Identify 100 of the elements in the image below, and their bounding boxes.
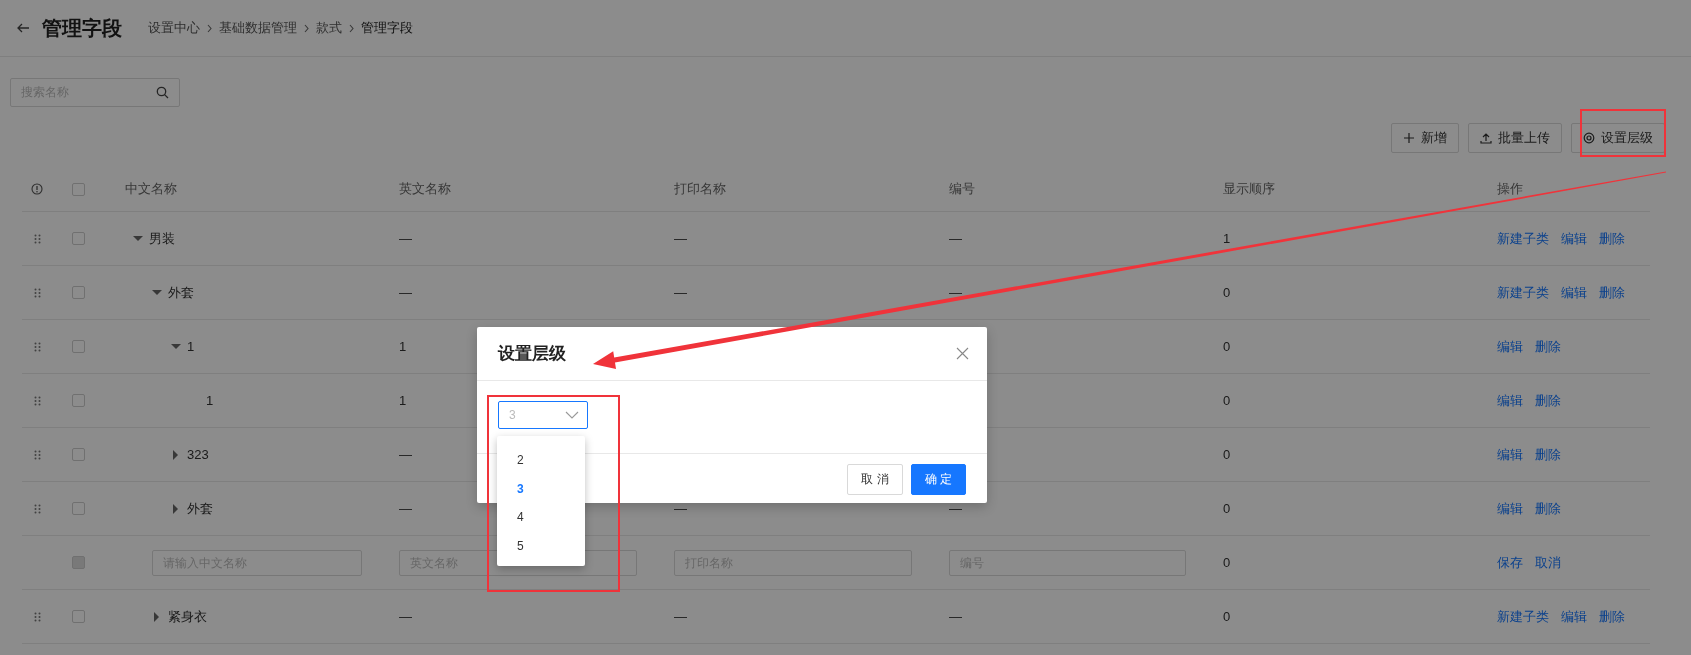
action-link[interactable]: 删除 bbox=[1535, 445, 1561, 464]
action-link[interactable]: 编辑 bbox=[1497, 499, 1523, 518]
table-cell: — bbox=[399, 447, 412, 462]
category-name: 323 bbox=[187, 447, 209, 462]
page-title: 管理字段 bbox=[42, 15, 122, 41]
action-link[interactable]: 编辑 bbox=[1497, 391, 1523, 410]
breadcrumb-item[interactable]: 款式 bbox=[316, 19, 342, 37]
level-select[interactable]: 3 bbox=[498, 401, 588, 429]
checkbox[interactable] bbox=[71, 232, 85, 245]
action-link[interactable]: 编辑 bbox=[1497, 445, 1523, 464]
category-name: 1 bbox=[187, 339, 195, 354]
dropdown-option[interactable]: 2 bbox=[497, 446, 585, 475]
table-cell: — bbox=[949, 609, 962, 624]
close-icon[interactable] bbox=[956, 347, 969, 360]
breadcrumb-item[interactable]: 基础数据管理 bbox=[219, 19, 297, 37]
table-cell: — bbox=[674, 285, 687, 300]
action-link[interactable]: 删除 bbox=[1535, 391, 1561, 410]
column-header: 中文名称 bbox=[124, 180, 178, 198]
action-link[interactable]: 删除 bbox=[1535, 337, 1561, 356]
column-header: 打印名称 bbox=[673, 180, 727, 198]
action-link[interactable]: 删除 bbox=[1599, 283, 1625, 302]
plus-icon bbox=[1403, 132, 1415, 144]
column-header: 操作 bbox=[1496, 180, 1524, 198]
action-link[interactable]: 删除 bbox=[1535, 499, 1561, 518]
drag-handle-icon[interactable] bbox=[33, 341, 41, 352]
table-cell: — bbox=[674, 609, 687, 624]
confirm-button[interactable]: 确 定 bbox=[910, 464, 966, 495]
action-link[interactable]: 新建子类 bbox=[1497, 283, 1549, 302]
category-name: 1 bbox=[206, 393, 214, 408]
caret-right-icon[interactable] bbox=[171, 503, 181, 514]
column-header: 编号 bbox=[948, 180, 976, 198]
chevron-down-icon bbox=[565, 411, 579, 419]
breadcrumb-item[interactable]: 设置中心 bbox=[148, 19, 200, 37]
chevron-icon bbox=[206, 23, 213, 33]
table-cell: 1 bbox=[1223, 231, 1231, 246]
dropdown-option[interactable]: 5 bbox=[497, 531, 585, 560]
category-name: 男装 bbox=[149, 229, 175, 248]
action-link[interactable]: 删除 bbox=[1599, 607, 1625, 626]
toolbar-button[interactable]: 新增 bbox=[1391, 123, 1459, 153]
drag-handle-icon[interactable] bbox=[33, 611, 41, 622]
table-cell: — bbox=[674, 231, 687, 246]
table-cell: 0 bbox=[1223, 393, 1231, 408]
drag-handle-icon[interactable] bbox=[33, 395, 41, 406]
table-cell: 1 bbox=[399, 393, 407, 408]
table-cell: — bbox=[399, 285, 412, 300]
search-icon bbox=[156, 86, 169, 99]
drag-handle-icon[interactable] bbox=[33, 233, 41, 244]
checkbox[interactable] bbox=[71, 182, 85, 196]
back-icon[interactable] bbox=[16, 22, 30, 34]
table-cell: — bbox=[949, 501, 962, 516]
target-icon bbox=[1583, 132, 1595, 144]
column-header: 英文名称 bbox=[398, 180, 452, 198]
action-link[interactable]: 编辑 bbox=[1561, 229, 1587, 248]
toolbar-button[interactable]: 设置层级 bbox=[1571, 123, 1665, 153]
drag-handle-icon[interactable] bbox=[33, 449, 41, 460]
chevron-icon bbox=[348, 23, 355, 33]
dropdown-option[interactable]: 4 bbox=[497, 503, 585, 532]
checkbox[interactable] bbox=[71, 448, 85, 461]
checkbox[interactable] bbox=[71, 394, 85, 407]
toolbar-button[interactable]: 批量上传 bbox=[1468, 123, 1562, 153]
table-cell: 0 bbox=[1223, 609, 1231, 624]
table-cell: — bbox=[949, 231, 962, 246]
category-name: 外套 bbox=[187, 499, 213, 518]
table-cell: — bbox=[674, 501, 687, 516]
action-link[interactable]: 编辑 bbox=[1561, 283, 1587, 302]
chevron-icon bbox=[303, 23, 310, 33]
table-cell: 0 bbox=[1223, 285, 1231, 300]
action-link[interactable]: 新建子类 bbox=[1497, 607, 1549, 626]
table-cell: — bbox=[399, 609, 412, 624]
caret-right-icon[interactable] bbox=[171, 449, 181, 460]
caret-down-icon[interactable] bbox=[152, 287, 162, 298]
table-cell: — bbox=[399, 501, 412, 516]
table-cell: 0 bbox=[1223, 447, 1231, 462]
table-cell: 0 bbox=[1223, 501, 1231, 516]
dialog-title: 设置层级 bbox=[498, 343, 566, 365]
column-header: 显示顺序 bbox=[1222, 180, 1276, 198]
table-cell: 0 bbox=[1223, 555, 1231, 570]
checkbox[interactable] bbox=[71, 286, 85, 299]
breadcrumb-item: 管理字段 bbox=[361, 19, 413, 37]
upload-icon bbox=[1480, 132, 1492, 144]
dropdown-option[interactable]: 3 bbox=[497, 474, 585, 503]
action-link[interactable]: 编辑 bbox=[1561, 607, 1587, 626]
checkbox[interactable] bbox=[71, 340, 85, 353]
info-icon bbox=[31, 183, 43, 195]
table-cell: 1 bbox=[399, 339, 407, 354]
table-cell: — bbox=[949, 285, 962, 300]
action-link[interactable]: 编辑 bbox=[1497, 337, 1523, 356]
checkbox[interactable] bbox=[71, 502, 85, 515]
action-link[interactable]: 新建子类 bbox=[1497, 229, 1549, 248]
action-link[interactable]: 删除 bbox=[1599, 229, 1625, 248]
checkbox[interactable] bbox=[71, 610, 85, 623]
drag-handle-icon[interactable] bbox=[33, 503, 41, 514]
caret-down-icon[interactable] bbox=[133, 233, 143, 244]
cancel-button[interactable]: 取 消 bbox=[847, 464, 903, 495]
drag-handle-icon[interactable] bbox=[33, 287, 41, 298]
caret-right-icon[interactable] bbox=[152, 611, 162, 622]
caret-down-icon[interactable] bbox=[171, 341, 181, 352]
category-name: 外套 bbox=[168, 283, 194, 302]
category-name: 紧身衣 bbox=[168, 607, 207, 626]
table-cell: 0 bbox=[1223, 339, 1231, 354]
